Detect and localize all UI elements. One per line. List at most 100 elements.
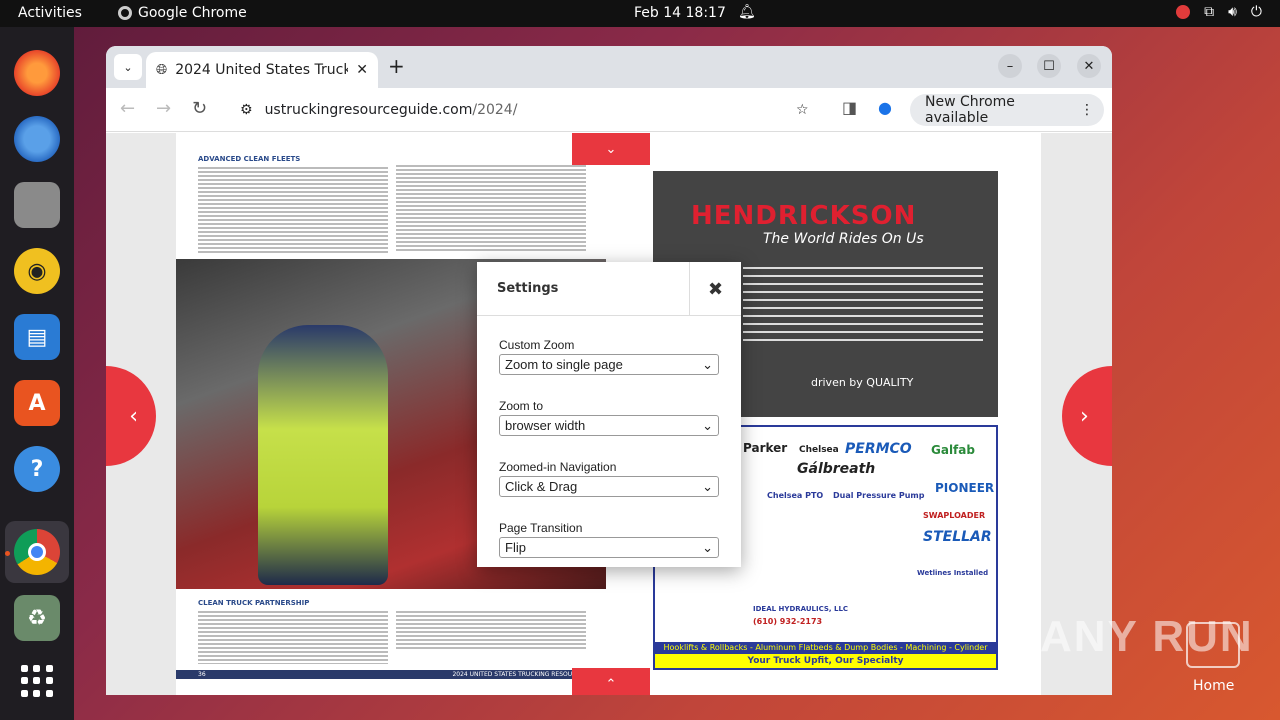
- page-transition-select[interactable]: Flip ⌄: [499, 537, 719, 558]
- chevron-down-icon: ⌄: [702, 478, 713, 494]
- more-menu-icon[interactable]: ⋮: [1080, 102, 1094, 118]
- browser-tab[interactable]: 🌐︎ 2024 United States Truck ✕: [146, 52, 378, 88]
- new-chrome-available-button[interactable]: New Chrome available ⋮: [910, 94, 1104, 126]
- tab-search-button[interactable]: ⌄: [114, 54, 142, 80]
- chevron-down-icon: ⌄: [702, 356, 713, 372]
- thunderbird-icon[interactable]: [14, 116, 60, 162]
- bookmark-star-icon[interactable]: ☆: [796, 102, 809, 118]
- toolbar-toggle-top[interactable]: ⌄: [572, 133, 650, 165]
- bell-icon[interactable]: 🔔︎: [738, 4, 756, 20]
- close-window-button[interactable]: ✕: [1077, 54, 1101, 78]
- zoom-to-label: Zoom to: [499, 399, 544, 413]
- zoom-to-value: browser width: [505, 418, 586, 433]
- custom-zoom-value: Zoom to single page: [505, 357, 623, 372]
- chrome-icon[interactable]: [14, 529, 60, 575]
- brand-ideal: IDEAL HYDRAULICS, LLC: [753, 605, 849, 613]
- reload-button[interactable]: ↻: [192, 98, 207, 119]
- article-text: [198, 165, 388, 255]
- browser-toolbar: ← → ↻ ⚙ ustruckingresourceguide.com/2024…: [106, 88, 1112, 132]
- zoomed-nav-field: Zoomed-in Navigation Click & Drag ⌄: [499, 460, 719, 497]
- files-icon[interactable]: [14, 182, 60, 228]
- footer-heading: CLEAN TRUCK PARTNERSHIP: [198, 599, 310, 607]
- toolbar-toggle-bottom[interactable]: ⌃: [572, 668, 650, 695]
- app-name: Google Chrome: [138, 5, 247, 21]
- page-number: 36: [198, 671, 206, 678]
- firefox-icon[interactable]: [14, 50, 60, 96]
- forward-button[interactable]: →: [156, 98, 171, 119]
- chevron-down-icon: ⌄: [702, 539, 713, 555]
- dock: ◉ ▤ A ? ♻: [0, 27, 74, 720]
- hendrickson-logo: HENDRICKSON: [691, 201, 917, 231]
- home-label[interactable]: Home: [1193, 678, 1234, 694]
- url-path: /2024/: [472, 102, 518, 118]
- ad-body-text: [743, 261, 983, 341]
- maximize-button[interactable]: ☐: [1037, 54, 1061, 78]
- side-panel-icon[interactable]: ◨: [842, 98, 857, 117]
- address-bar[interactable]: ⚙ ustruckingresourceguide.com/2024/ ☆: [226, 94, 822, 126]
- new-tab-button[interactable]: +: [388, 54, 405, 78]
- prev-page-button[interactable]: ‹: [106, 366, 156, 466]
- brand-phone: (610) 932-2173: [753, 617, 823, 626]
- writer-icon[interactable]: ▤: [14, 314, 60, 360]
- photo-worker: [258, 325, 388, 585]
- custom-zoom-field: Custom Zoom Zoom to single page ⌄: [499, 338, 719, 375]
- update-label: New Chrome available: [925, 94, 1015, 126]
- show-apps-icon[interactable]: [21, 665, 53, 697]
- custom-zoom-select[interactable]: Zoom to single page ⌄: [499, 354, 719, 375]
- network-icon: ⧉: [1204, 4, 1215, 20]
- page-transition-value: Flip: [505, 540, 526, 555]
- footer-text-2: [396, 609, 586, 649]
- browser-window: ⌄ 🌐︎ 2024 United States Truck ✕ + – ☐ ✕ …: [106, 46, 1112, 695]
- globe-icon: 🌐︎: [156, 62, 168, 78]
- help-icon[interactable]: ?: [14, 446, 60, 492]
- power-icon: ⏻: [1250, 4, 1262, 20]
- zoom-to-select[interactable]: browser width ⌄: [499, 415, 719, 436]
- specialty-strip: Your Truck Upfit, Our Specialty: [655, 654, 996, 668]
- brand-permco: PERMCO: [845, 441, 912, 457]
- system-tray[interactable]: ⧉ 🔊︎ ⏻: [1176, 4, 1262, 20]
- record-icon[interactable]: [1176, 5, 1191, 19]
- zoomed-nav-select[interactable]: Click & Drag ⌄: [499, 476, 719, 497]
- ad-driven: driven by QUALITY: [811, 376, 914, 389]
- app-center-icon[interactable]: A: [14, 380, 60, 426]
- footer-text-label: 2024 UNITED STATES TRUCKING RESOURCE: [452, 671, 584, 678]
- brand-chelsea-pto: Chelsea PTO: [767, 491, 824, 500]
- close-tab-icon[interactable]: ✕: [356, 62, 368, 78]
- rhythmbox-icon[interactable]: ◉: [14, 248, 60, 294]
- close-icon[interactable]: ✖: [689, 262, 741, 316]
- brand-chelsea: Chelsea: [799, 445, 839, 455]
- brand-parker: Parker: [743, 441, 788, 455]
- activities-button[interactable]: Activities: [18, 5, 82, 21]
- brand-dual-pump: Dual Pressure Pump: [833, 491, 925, 500]
- services-strip: Hooklifts & Rollbacks - Aluminum Flatbed…: [655, 642, 996, 664]
- minimize-button[interactable]: –: [998, 54, 1022, 78]
- zoom-to-field: Zoom to browser width ⌄: [499, 399, 719, 436]
- volume-icon: 🔊︎: [1228, 4, 1237, 20]
- app-menu[interactable]: Google Chrome: [118, 5, 247, 21]
- running-indicator: [5, 551, 10, 556]
- back-button[interactable]: ←: [120, 98, 135, 119]
- top-bar: Activities Google Chrome Feb 14 18:17 🔔︎…: [0, 0, 1280, 27]
- hendrickson-tagline: The World Rides On Us: [763, 231, 924, 247]
- page-footer: 36 2024 UNITED STATES TRUCKING RESOURCE: [176, 670, 606, 679]
- profile-icon[interactable]: ●: [878, 98, 892, 117]
- clock[interactable]: Feb 14 18:17: [634, 5, 726, 21]
- brand-swaploader: SWAPLOADER: [923, 511, 986, 520]
- chevron-down-icon: ⌄: [702, 417, 713, 433]
- zoomed-nav-label: Zoomed-in Navigation: [499, 460, 617, 474]
- flipbook-viewer[interactable]: ADVANCED CLEAN FLEETS CLEAN TRUCK PARTNE…: [106, 133, 1112, 695]
- site-settings-icon[interactable]: ⚙: [240, 102, 253, 118]
- settings-title: Settings: [497, 281, 559, 296]
- tab-strip: ⌄ 🌐︎ 2024 United States Truck ✕ + – ☐ ✕: [106, 46, 1112, 88]
- article-text-2: [396, 163, 586, 253]
- custom-zoom-label: Custom Zoom: [499, 338, 575, 352]
- page-transition-field: Page Transition Flip ⌄: [499, 521, 719, 558]
- url-host: ustruckingresourceguide.com: [264, 102, 473, 118]
- article-heading: ADVANCED CLEAN FLEETS: [198, 155, 301, 163]
- trash-icon[interactable]: ♻: [14, 595, 60, 641]
- home-folder-icon[interactable]: [1186, 622, 1240, 668]
- brand-stellar: STELLAR: [923, 529, 992, 545]
- next-page-button[interactable]: ›: [1062, 366, 1112, 466]
- brand-wetlines: Wetlines Installed: [917, 569, 989, 577]
- brand-galbreath: Gálbreath: [797, 461, 876, 477]
